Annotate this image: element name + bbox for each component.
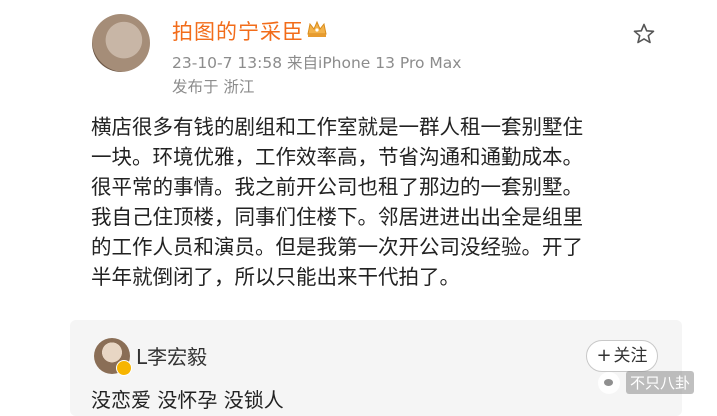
post-body: 横店很多有钱的剧组和工作室就是一群人租一套别墅住 一块。环境优雅，工作效率高，节… bbox=[91, 115, 583, 289]
follow-label: 关注 bbox=[613, 346, 648, 366]
comment-text: 没恋爱 没怀孕 没锁人 bbox=[91, 388, 284, 412]
author-avatar[interactable] bbox=[92, 14, 150, 72]
wechat-logo-icon bbox=[598, 371, 620, 394]
plus-icon: + bbox=[596, 345, 612, 366]
watermark-text: 不只八卦 bbox=[626, 371, 695, 394]
follow-button[interactable]: + 关注 bbox=[586, 340, 658, 372]
author-name[interactable]: 拍图的宁采臣 bbox=[172, 16, 304, 46]
crown-icon bbox=[307, 20, 327, 37]
post-meta: 23-10-7 13:58 来自iPhone 13 Pro Max bbox=[172, 54, 462, 72]
star-outline-icon[interactable] bbox=[632, 22, 656, 46]
verified-badge-icon bbox=[116, 360, 132, 376]
commenter-name[interactable]: L李宏毅 bbox=[136, 341, 207, 370]
watermark: 不只八卦 bbox=[598, 371, 695, 394]
post-location: 发布于 浙江 bbox=[172, 78, 255, 96]
